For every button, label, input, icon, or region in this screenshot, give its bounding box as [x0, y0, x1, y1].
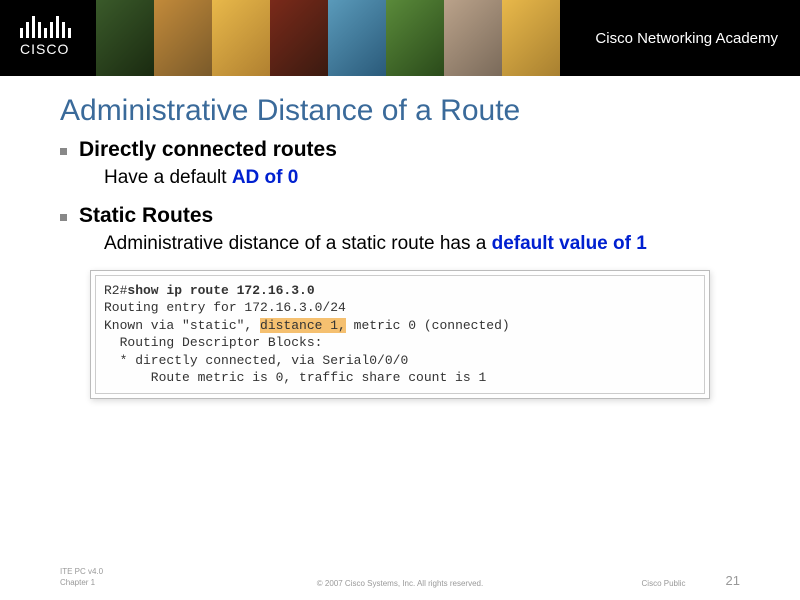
bullet-2-sub-pre: Administrative distance of a static rout… — [104, 233, 492, 254]
code-line: Routing Descriptor Blocks: — [104, 335, 322, 350]
code-highlight: distance 1, — [260, 318, 346, 333]
header-photo-strip — [96, 0, 560, 76]
code-prompt: R2# — [104, 283, 127, 298]
bullet-2-heading: Static Routes — [79, 204, 213, 228]
footer-left: ITE PC v4.0 Chapter 1 — [60, 567, 103, 588]
bullet-1-sub: Have a default AD of 0 — [104, 166, 740, 190]
code-line-pre: Known via "static", — [104, 318, 260, 333]
bullet-2: Static Routes — [60, 204, 740, 228]
footer-right: Cisco Public 21 — [642, 573, 740, 588]
code-command: show ip route 172.16.3.0 — [127, 283, 314, 298]
header-photo — [386, 0, 444, 76]
footer: ITE PC v4.0 Chapter 1 © 2007 Cisco Syste… — [0, 567, 800, 588]
bullet-icon — [60, 214, 67, 221]
code-output-box: R2#show ip route 172.16.3.0 Routing entr… — [90, 270, 710, 399]
page-number: 21 — [726, 573, 740, 588]
header-photo — [502, 0, 560, 76]
cisco-logo: CISCO — [20, 12, 71, 57]
bullet-1: Directly connected routes — [60, 138, 740, 162]
code-output: R2#show ip route 172.16.3.0 Routing entr… — [95, 275, 705, 394]
header-photo — [96, 0, 154, 76]
code-line: Route metric is 0, traffic share count i… — [104, 370, 486, 385]
cisco-logo-text: CISCO — [20, 41, 71, 57]
bullet-1-sub-pre: Have a default — [104, 167, 232, 188]
footer-course: ITE PC v4.0 — [60, 567, 103, 577]
header-photo — [212, 0, 270, 76]
header-photo — [154, 0, 212, 76]
header-photo — [328, 0, 386, 76]
header-photo — [270, 0, 328, 76]
bullet-1-sub-highlight: AD of 0 — [232, 167, 299, 188]
code-line: Routing entry for 172.16.3.0/24 — [104, 300, 346, 315]
bullet-icon — [60, 148, 67, 155]
cisco-bars-icon — [20, 12, 71, 38]
header-photo — [444, 0, 502, 76]
bullet-2-sub-highlight: default value of 1 — [492, 233, 647, 254]
slide-title: Administrative Distance of a Route — [60, 94, 740, 128]
bullet-2-sub: Administrative distance of a static rout… — [104, 232, 740, 256]
slide-content: Administrative Distance of a Route Direc… — [0, 76, 800, 399]
code-line: * directly connected, via Serial0/0/0 — [104, 353, 408, 368]
code-line-post: metric 0 (connected) — [346, 318, 510, 333]
header-band: CISCO Cisco Networking Academy — [0, 0, 800, 76]
footer-copyright: © 2007 Cisco Systems, Inc. All rights re… — [317, 579, 483, 588]
academy-label: Cisco Networking Academy — [595, 30, 778, 47]
footer-chapter: Chapter 1 — [60, 578, 103, 588]
bullet-1-heading: Directly connected routes — [79, 138, 337, 162]
footer-classification: Cisco Public — [642, 579, 686, 588]
